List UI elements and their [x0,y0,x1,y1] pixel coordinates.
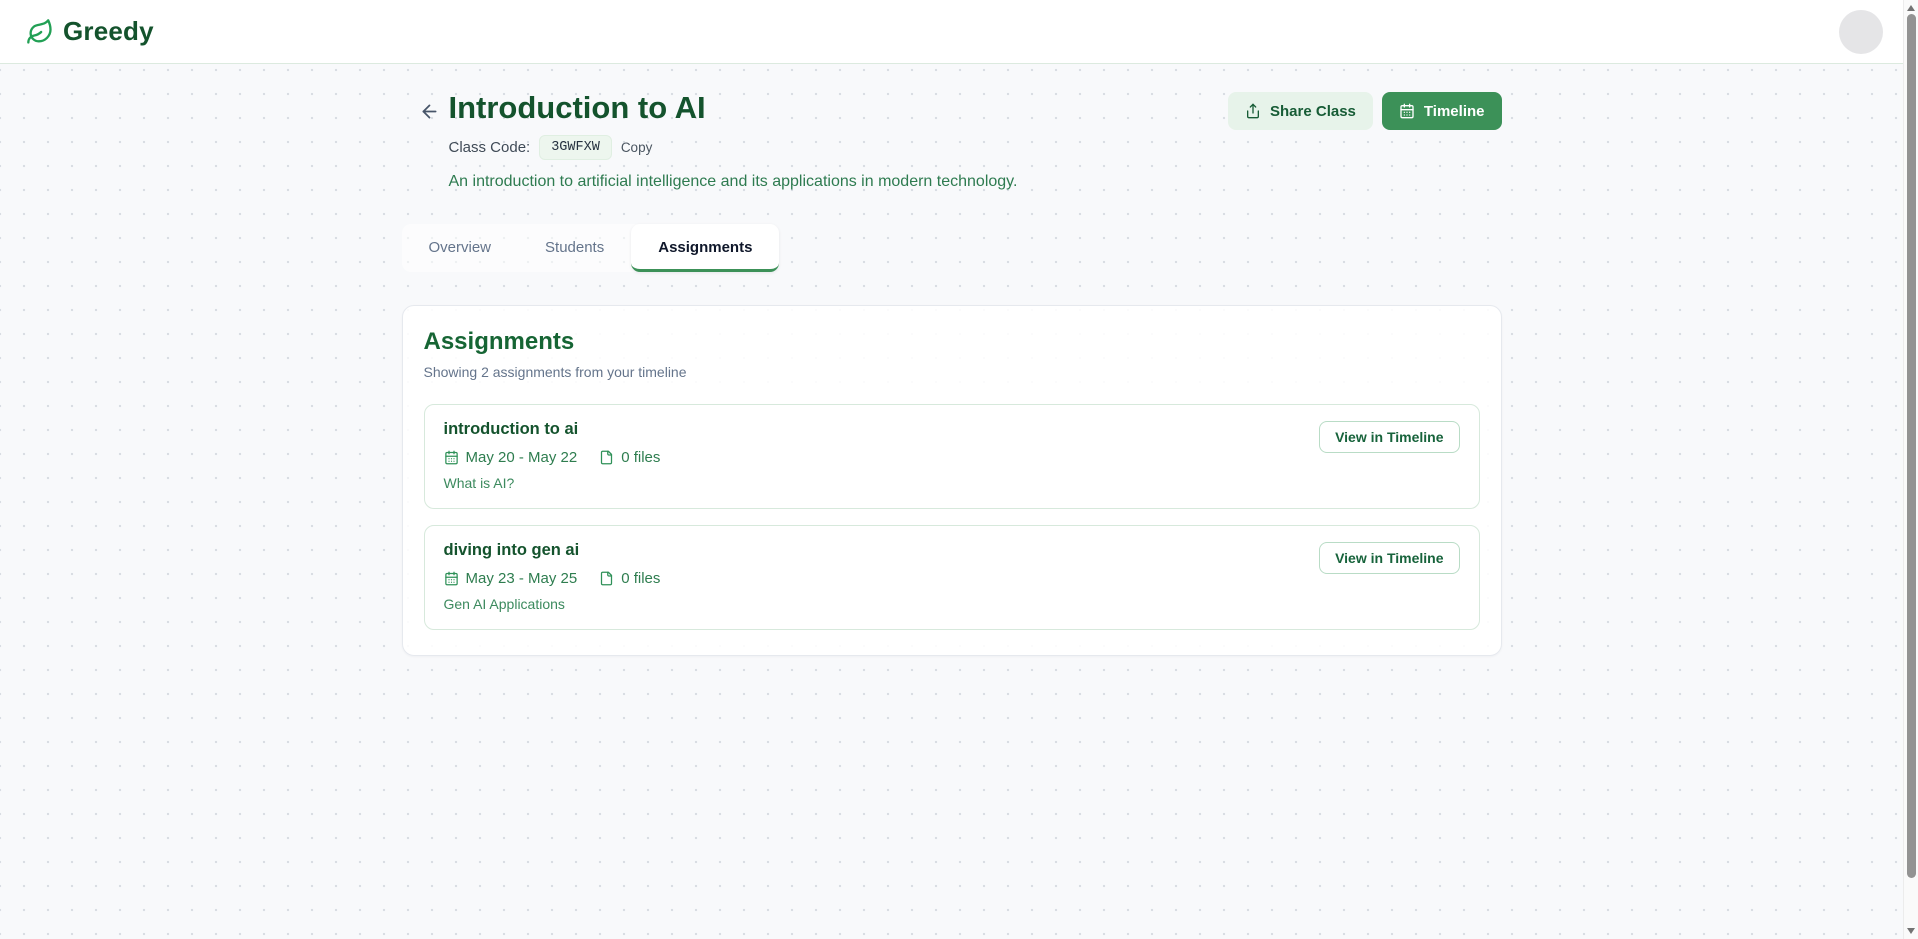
class-code-label: Class Code: [448,138,531,156]
timeline-label: Timeline [1423,102,1485,120]
class-tabs: Overview Students Assignments [401,223,780,272]
tab-assignments[interactable]: Assignments [631,223,780,272]
assignment-dates-text: May 23 - May 25 [465,569,578,587]
back-button[interactable] [417,98,443,124]
assignment-dates-text: May 20 - May 22 [465,448,578,466]
arrow-left-icon [422,104,437,118]
assignment-title: introduction to ai [443,419,579,438]
top-navbar: Greedy [0,0,1903,64]
share-icon [1247,103,1260,119]
calendar-icon [1400,103,1414,119]
assignment-files: 0 files [599,449,660,466]
assignment-description: What is AI? [443,474,515,491]
share-class-button[interactable]: Share Class [1228,92,1373,130]
assignment-title: diving into gen ai [443,540,580,559]
view-in-timeline-button[interactable]: View in Timeline [1319,420,1460,453]
assignment-files-text: 0 files [621,448,661,466]
calendar-icon [444,571,458,586]
class-code-badge: 3GWFXW [539,134,612,160]
user-avatar[interactable] [1839,9,1883,54]
copy-code-button[interactable]: Copy [621,140,653,155]
timeline-button[interactable]: Timeline [1381,92,1502,130]
scrollbar-thumb[interactable] [1906,14,1916,878]
assignment-files: 0 files [599,570,660,587]
scrollbar-up-arrow-icon[interactable] [1907,5,1915,11]
leaf-icon [27,18,52,44]
class-title: Introduction to AI [448,90,706,125]
file-icon [601,571,613,586]
assignment-files-text: 0 files [621,569,661,587]
assignments-panel: Assignments Showing 2 assignments from y… [401,304,1502,656]
window-scrollbar[interactable] [1903,0,1918,939]
assignment-dates: May 20 - May 22 [444,448,578,466]
assignment-dates: May 23 - May 25 [444,569,578,587]
file-icon [601,450,613,465]
tab-overview[interactable]: Overview [402,224,519,272]
brand-logo[interactable]: Greedy [26,16,154,47]
calendar-icon [444,450,458,465]
view-in-timeline-button[interactable]: View in Timeline [1319,541,1460,574]
assignment-row: introduction to ai May 20 - May 22 0 fil… [423,403,1480,509]
assignment-row: diving into gen ai May 23 - May 25 0 fil… [423,524,1480,630]
class-header: Introduction to AI Class Code: 3GWFXW Co… [402,90,1502,191]
panel-subtitle: Showing 2 assignments from your timeline [423,363,687,380]
tab-students[interactable]: Students [518,224,631,272]
scrollbar-down-arrow-icon[interactable] [1907,928,1915,934]
panel-title: Assignments [423,327,575,355]
share-class-label: Share Class [1270,102,1356,120]
main-area: Introduction to AI Class Code: 3GWFXW Co… [0,64,1903,939]
assignment-description: Gen AI Applications [443,595,565,612]
class-description: An introduction to artificial intelligen… [448,172,1018,190]
brand-name: Greedy [63,16,154,46]
